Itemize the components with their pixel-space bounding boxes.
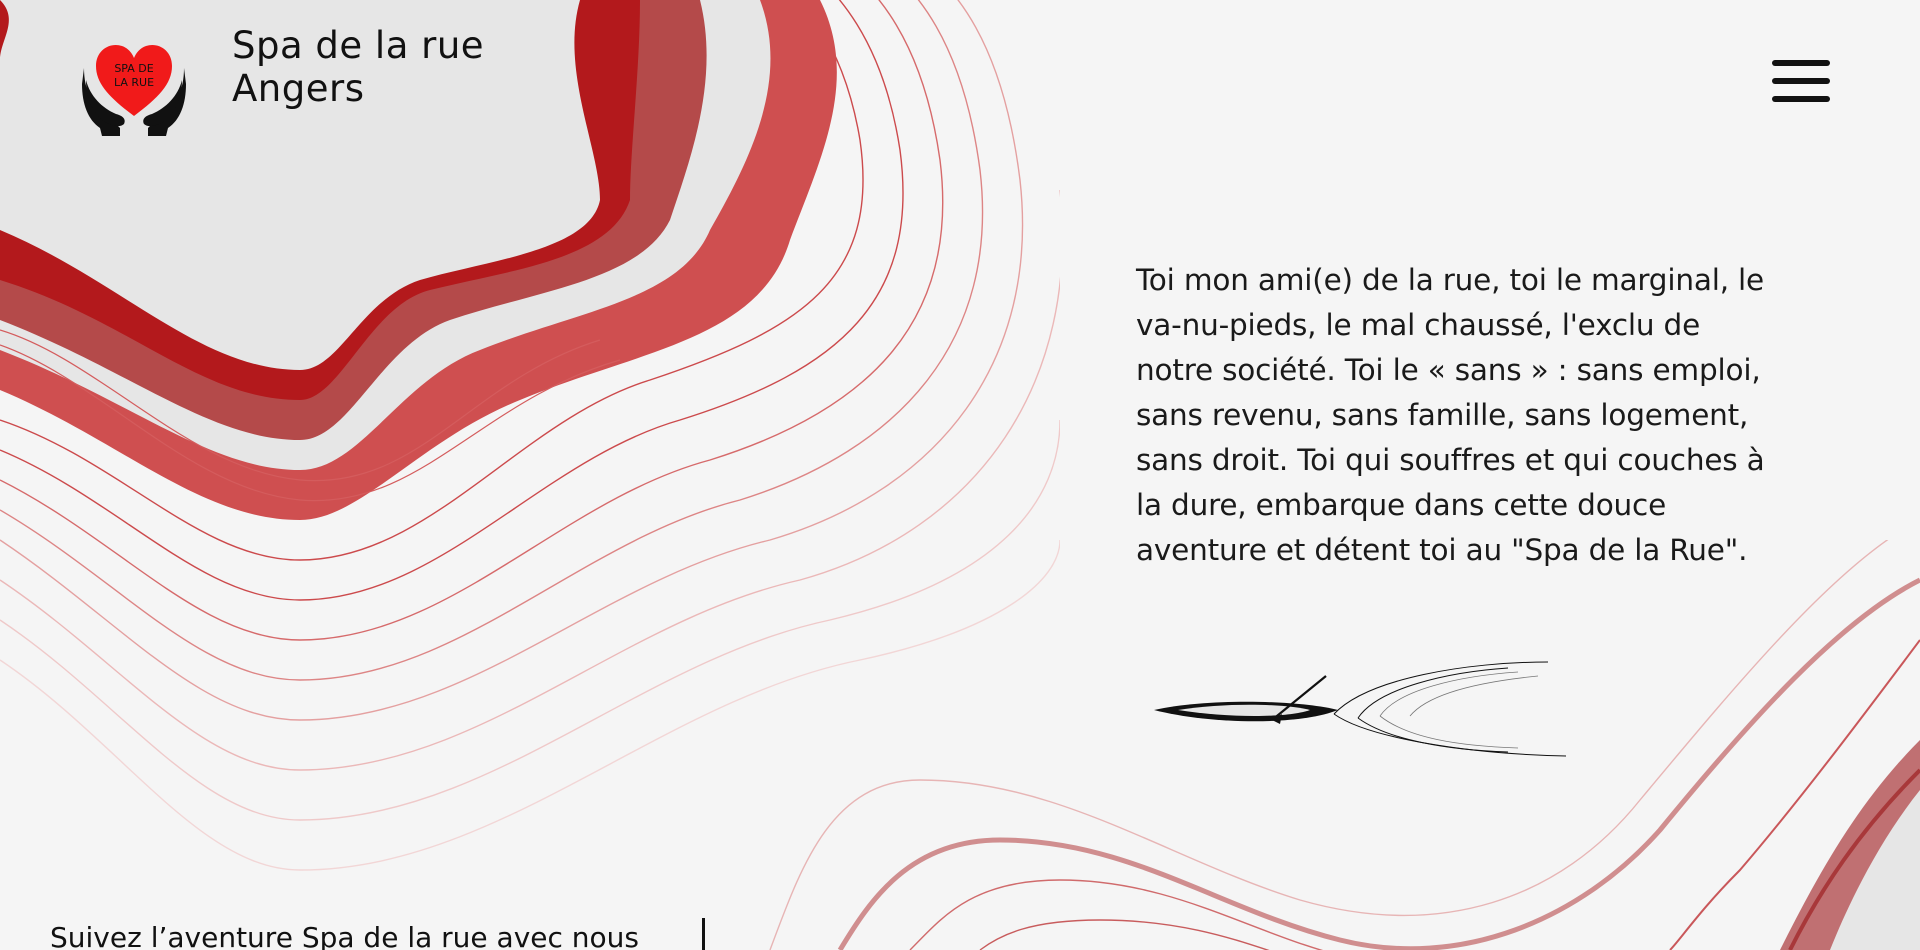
site-brand-title[interactable]: Spa de la rue Angers <box>232 24 484 110</box>
menu-bar-middle <box>1772 78 1830 84</box>
logo-text: SPA DE <box>114 62 153 75</box>
intro-paragraph: Toi mon ami(e) de la rue, toi le margina… <box>1136 262 1765 567</box>
hands-heart-logo-icon[interactable]: SPA DE LA RUE <box>80 28 188 136</box>
canoe-icon <box>1154 661 1567 757</box>
hamburger-menu-icon[interactable] <box>1768 56 1834 106</box>
menu-bar-bottom <box>1772 96 1830 102</box>
page: SPA DE LA RUE Spa de la rue Angers Toi m… <box>0 0 1920 950</box>
vertical-divider <box>702 918 705 950</box>
brand-name: Spa de la rue <box>232 24 485 67</box>
svg-text:LA RUE: LA RUE <box>114 76 154 89</box>
follow-us-text: Suivez l’aventure Spa de la rue avec nou… <box>50 921 640 950</box>
brand-city: Angers <box>232 67 365 110</box>
menu-bar-top <box>1772 60 1830 66</box>
